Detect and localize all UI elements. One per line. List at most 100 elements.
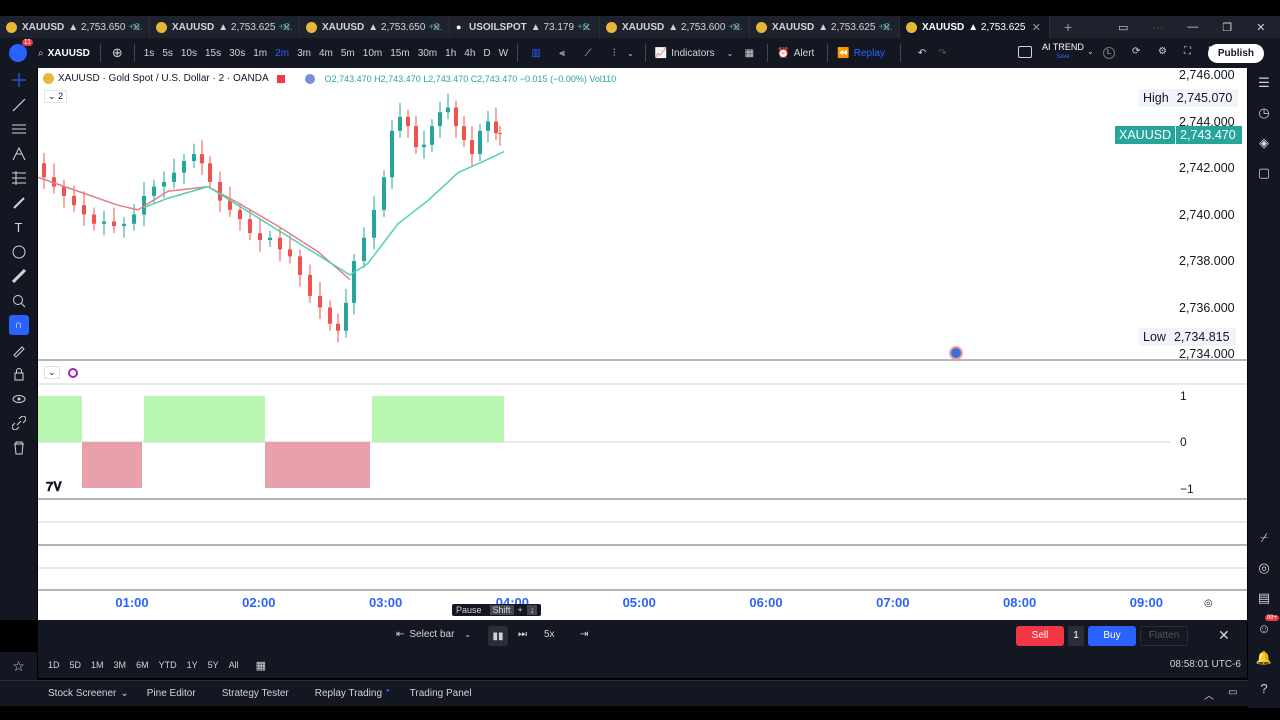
replay-speed[interactable]: 5x [544,629,555,640]
ruler-icon[interactable] [0,264,37,289]
calendar-icon[interactable]: ▤ [1248,583,1280,613]
quick-search-icon[interactable]: ⟳ [1132,46,1140,57]
publish-button[interactable]: Publish [1207,44,1264,63]
browser-tab[interactable]: XAUUSD ▲ 2,753.600 +0. ✕ [600,16,750,38]
interval-2m[interactable]: 2m [271,48,293,59]
watchlist-icon[interactable]: ☰ [1248,68,1280,98]
chevron-down-icon[interactable]: ⌄ [44,366,60,379]
chat-icon[interactable]: ▢ [1248,158,1280,188]
browser-tab[interactable]: XAUUSD ▲ 2,753.625 ✕ [900,16,1050,38]
indicator-icon[interactable] [67,367,78,378]
jump-to-realtime-icon[interactable]: ⇥ [580,629,588,640]
close-replay-icon[interactable]: ✕ [1218,627,1230,644]
settings-icon[interactable]: ⚙ [1158,46,1167,57]
panel-tab-trading-panel[interactable]: Trading Panel [400,688,488,699]
collapse-panel-icon[interactable]: ︿ [1204,687,1214,702]
bar-chart-icon[interactable]: ⫷ [554,45,570,61]
browser-tab[interactable]: XAUUSD ▲ 2,753.625 +0. ✕ [750,16,900,38]
range-all[interactable]: All [224,660,244,670]
community-icon[interactable]: ☺ 99+ [1248,613,1280,643]
chart-canvas[interactable] [38,68,1247,620]
undo-icon[interactable]: ↶ [918,48,926,59]
clock-readout[interactable]: 08:58:01 UTC-6 [1170,659,1241,670]
interval-D[interactable]: D [479,48,494,59]
candles-icon[interactable]: ▥ [528,45,544,61]
interval-1m[interactable]: 1m [249,48,271,59]
horizontal-lines-icon[interactable] [0,117,37,142]
pause-button[interactable]: ▮▮ [488,626,508,646]
close-tab-icon[interactable]: ✕ [582,21,591,34]
indicator-toggle[interactable]: ⌄ 2 [44,90,68,103]
magnet-icon[interactable]: ∩ [0,313,37,338]
interval-15s[interactable]: 15s [201,48,225,59]
trash-icon[interactable] [0,436,37,461]
interval-30s[interactable]: 30s [225,48,249,59]
interval-10s[interactable]: 10s [177,48,201,59]
interval-1s[interactable]: 1s [140,48,159,59]
interval-15m[interactable]: 15m [386,48,413,59]
range-3m[interactable]: 3M [109,660,132,670]
replay-button[interactable]: Replay [854,48,885,59]
range-1d[interactable]: 1D [43,660,65,670]
gann-icon[interactable] [0,166,37,191]
interval-3m[interactable]: 3m [293,48,315,59]
close-tab-icon[interactable]: ✕ [1032,21,1041,34]
panel-tab-stock-screener[interactable]: Stock Screener [38,688,132,699]
alert-button[interactable]: Alert [794,48,815,59]
range-1m[interactable]: 1M [86,660,109,670]
redo-icon[interactable]: ↷ [938,48,946,59]
buy-button[interactable]: Buy [1088,626,1136,646]
drawings-icon[interactable]: ⌿ [1248,523,1280,553]
sell-button[interactable]: Sell [1016,626,1064,646]
fullscreen-icon[interactable]: ⛶ [1184,46,1191,57]
chevron-down-icon[interactable]: ⌄ [1087,47,1094,56]
browser-tab[interactable]: XAUUSD ▲ 2,753.650 +0. ✕ [0,16,150,38]
user-avatar[interactable]: 11 [9,39,33,62]
interval-10m[interactable]: 10m [359,48,386,59]
timezone-settings-icon[interactable]: ◎ [1204,598,1213,609]
layers-icon[interactable]: ◈ [1248,128,1280,158]
chevron-down-icon[interactable]: ⌄ [727,49,734,58]
lock-icon[interactable] [0,362,37,387]
chart-area[interactable]: XAUUSD · Gold Spot / U.S. Dollar · 2 · O… [38,68,1247,620]
restore-icon[interactable]: ❐ [1222,21,1232,34]
layouts-icon[interactable]: ▦ [741,45,757,61]
range-5d[interactable]: 5D [65,660,87,670]
text-icon[interactable]: T [0,215,37,240]
interval-5s[interactable]: 5s [158,48,177,59]
range-ytd[interactable]: YTD [154,660,182,670]
panel-tab-replay-trading[interactable]: Replay Trading [305,688,398,699]
help-icon[interactable]: ? [1248,673,1280,703]
interval-W[interactable]: W [495,48,512,59]
flatten-button[interactable]: Flatten [1140,626,1188,646]
tradingview-logo[interactable]: 𝟕𝐕 [46,479,62,495]
panel-tab-pine-editor[interactable]: Pine Editor [137,688,212,699]
close-tab-icon[interactable]: ✕ [132,21,141,34]
interval-1h[interactable]: 1h [441,48,460,59]
zoom-icon[interactable] [0,289,37,314]
close-tab-icon[interactable]: ✕ [432,21,441,34]
select-bar-button[interactable]: ⇤ Select bar ⌄ [396,629,471,640]
favorites-star-icon[interactable]: ☆ [0,652,37,680]
interval-4h[interactable]: 4h [460,48,479,59]
interval-5m[interactable]: 5m [337,48,359,59]
lock-drawings-icon[interactable] [0,338,37,363]
symbol-search[interactable]: ⌕ XAUUSD [33,48,95,59]
brush-icon[interactable] [0,191,37,216]
layout-toggle-icon[interactable] [1018,46,1032,58]
range-1y[interactable]: 1Y [182,660,203,670]
chevron-down-icon[interactable]: ⌄ [120,688,128,699]
interval-30m[interactable]: 30m [414,48,441,59]
pitchfork-icon[interactable] [0,142,37,167]
close-tab-icon[interactable]: ✕ [882,21,891,34]
close-tab-icon[interactable]: ✕ [732,21,741,34]
trend-line-icon[interactable] [0,93,37,118]
crosshair-icon[interactable] [0,68,37,93]
browser-tab[interactable]: XAUUSD ▲ 2,753.625 +0. ✕ [150,16,300,38]
browser-tab[interactable]: ● USOILSPOT ▲ 73.179 +0. ✕ [450,16,600,38]
close-window-icon[interactable]: ✕ [1256,21,1265,34]
chevron-down-icon[interactable]: ⌄ [627,49,634,58]
chart-type-icon[interactable]: ⫶ [606,45,622,61]
target-icon[interactable]: ◎ [1248,553,1280,583]
new-tab-button[interactable]: + [1064,19,1072,35]
